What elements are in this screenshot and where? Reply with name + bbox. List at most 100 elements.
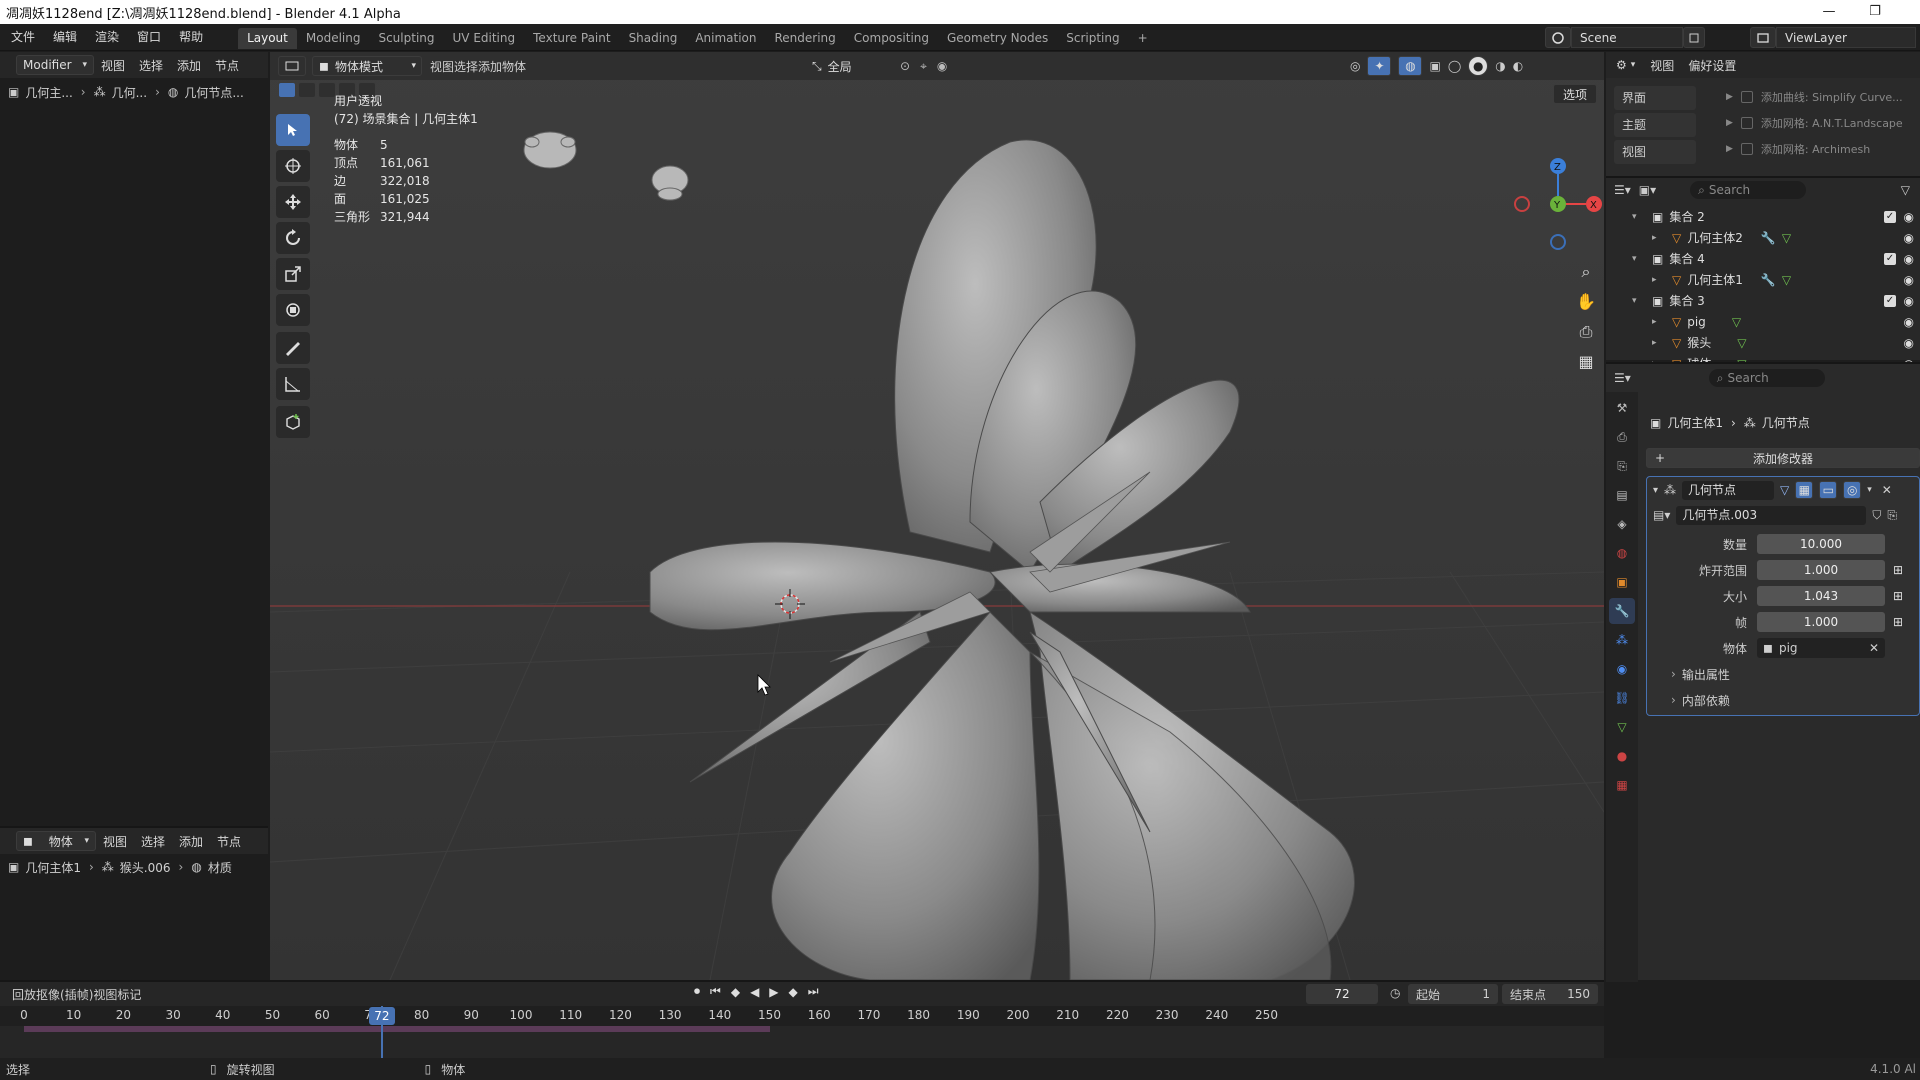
jump-end-icon[interactable]: ⏭ (808, 984, 819, 999)
eye-icon[interactable]: ◉ (1904, 336, 1914, 350)
current-frame-field[interactable]: 72 (1306, 984, 1378, 1004)
editor-type-icon[interactable] (278, 56, 306, 76)
close-icon[interactable]: ✕ (1882, 483, 1892, 497)
eye-icon[interactable]: ◉ (1904, 210, 1914, 224)
preferences-tab[interactable]: 主题 (1614, 113, 1696, 137)
modifier-subpanel[interactable]: › 内部依赖 (1647, 687, 1919, 713)
menu-item[interactable]: 回放 (12, 986, 36, 1003)
view-layer-tab-icon[interactable]: ▤ (1609, 482, 1635, 508)
object-tab-icon[interactable]: ▣ (1609, 569, 1635, 595)
node-editor-bottom[interactable]: ◼ 物体 ▾ 视图 选择 添加 节点 ▣ 几何主体1 › ⁂ 猴头.006 › ◍ 材质 (0, 826, 268, 980)
keyframe-add-icon[interactable]: ⊞ (1893, 589, 1903, 603)
breadcrumb-item[interactable]: 几何主... (25, 84, 72, 101)
expand-icon[interactable]: ▶ (1726, 92, 1733, 102)
workspace-tab[interactable]: Shading (620, 28, 687, 49)
add-cube-tool[interactable] (276, 406, 310, 438)
render-tab-icon[interactable]: ⎙ (1609, 424, 1635, 450)
scene-tab-icon[interactable]: ◈ (1609, 511, 1635, 537)
gear-icon[interactable]: ⚙ (1606, 58, 1631, 72)
menu-item[interactable]: 偏好设置 (1681, 57, 1743, 74)
outliner-row[interactable]: ▾ ▣ 集合 2 ✓ ◉ (1606, 206, 1920, 227)
properties-type-icon[interactable]: ☰▾ (1614, 371, 1631, 385)
workspace-tab[interactable]: Layout (238, 28, 297, 49)
edit-mode-toggle-icon[interactable]: ▽ (1780, 483, 1789, 497)
menu-item[interactable]: 文件 (2, 24, 44, 51)
output-tab-icon[interactable]: ⎘ (1609, 453, 1635, 479)
next-keyframe-icon[interactable]: ◆ (789, 985, 798, 999)
node-group-selector[interactable]: ▤▾ 几何节点.003 ⛉ ⎘ (1647, 503, 1919, 527)
3d-viewport[interactable]: ◼ 物体模式 ▾ 视图 选择 添加 物体 ⤡ 全局 ⊙ ⌖ ◉ ◎ ✦ ◍ ▣ ◯ ●… (270, 52, 1604, 980)
modifier-subpanel[interactable]: › 输出属性 (1647, 661, 1919, 687)
world-tab-icon[interactable]: ◍ (1609, 540, 1635, 566)
outliner-row[interactable]: ▸ ▽ 猴头 ▽ ◉ (1606, 332, 1920, 353)
fake-user-shield-icon[interactable]: ⛉ (1872, 508, 1881, 523)
workspace-tab[interactable]: Compositing (845, 28, 938, 49)
select-new-icon[interactable] (278, 82, 296, 98)
menu-item[interactable]: 物体 (502, 58, 526, 75)
workspace-tab[interactable]: Scripting (1057, 28, 1128, 49)
playhead-frame-label[interactable]: 72 (368, 1007, 395, 1025)
grid-perspective-icon[interactable]: ▦ (1572, 352, 1600, 382)
xray-icon[interactable]: ▣ (1429, 59, 1440, 73)
workspace-tab[interactable]: Texture Paint (524, 28, 619, 49)
eye-icon[interactable]: ◉ (1904, 273, 1914, 287)
modifier-tab-icon[interactable]: 🔧 (1609, 598, 1635, 624)
chevron-down-icon[interactable]: ▾ (1867, 485, 1872, 495)
outliner-row[interactable]: ▸ ▽ 几何主体1 🔧 ▽ ◉ (1606, 269, 1920, 290)
new-scene-icon[interactable] (1683, 27, 1705, 48)
exclude-checkbox[interactable]: ✓ (1884, 210, 1896, 223)
measure-tool[interactable] (276, 368, 310, 400)
outliner-row[interactable]: ▾ ▣ 集合 3 ✓ ◉ (1606, 290, 1920, 311)
zoom-icon[interactable]: ⌕ (1572, 262, 1600, 292)
duplicate-icon[interactable]: ⎘ (1887, 508, 1897, 523)
object-input-field[interactable]: ◼ pig ✕ (1757, 638, 1885, 658)
mesh-data-icon[interactable]: ▽ (1782, 273, 1791, 287)
cage-toggle-icon[interactable]: ▦ (1795, 481, 1814, 499)
eye-icon[interactable]: ◉ (1904, 231, 1914, 245)
exclude-checkbox[interactable]: ✓ (1884, 294, 1896, 307)
select-box-tool[interactable] (276, 114, 310, 146)
modifier-name-field[interactable]: 几何节点 (1682, 480, 1775, 500)
navigation-gizmo[interactable]: Z X Y (1510, 94, 1604, 264)
menu-item[interactable]: 添加 (172, 833, 210, 850)
node-group-name[interactable]: 几何节点.003 (1676, 505, 1867, 525)
expand-down-icon[interactable]: ▾ (1632, 254, 1646, 264)
record-icon[interactable]: ⏺ (694, 984, 700, 999)
scale-tool[interactable] (276, 258, 310, 290)
menu-item[interactable]: 视图 (1643, 57, 1681, 74)
physics-tab-icon[interactable]: ◉ (1609, 656, 1635, 682)
workspace-tab[interactable]: Geometry Nodes (938, 28, 1057, 49)
wrench-icon[interactable]: 🔧 (1761, 273, 1776, 287)
solid-shading-icon[interactable]: ● (1468, 56, 1489, 76)
preferences-tab[interactable]: 界面 (1614, 86, 1696, 110)
start-frame-field[interactable]: 起始 1 (1408, 984, 1498, 1004)
menu-item[interactable]: 帮助 (170, 24, 212, 51)
workspace-tab[interactable]: Modeling (297, 28, 370, 49)
menu-item[interactable]: 窗口 (128, 24, 170, 51)
texture-tab-icon[interactable]: ▦ (1609, 772, 1635, 798)
add-modifier-button[interactable]: + 添加修改器 (1646, 448, 1920, 468)
viewport-toggle-icon[interactable]: ▭ (1819, 481, 1838, 499)
workspace-tab[interactable]: Rendering (766, 28, 845, 49)
expand-right-icon[interactable]: ▸ (1652, 338, 1666, 348)
cursor-tool[interactable] (276, 150, 310, 182)
menu-item[interactable]: 视图 (96, 833, 134, 850)
addon-row[interactable]: ▶ 添加网格: Archimesh (1726, 136, 1920, 162)
keyframe-add-icon[interactable]: ⊞ (1893, 563, 1903, 577)
material-shading-icon[interactable]: ◑ (1495, 59, 1505, 73)
menu-item[interactable]: 选择 (132, 57, 170, 74)
clear-icon[interactable]: ✕ (1869, 641, 1879, 655)
modifier-field-value[interactable]: 1.000 (1757, 612, 1885, 632)
play-reverse-icon[interactable]: ◀ (750, 985, 759, 999)
expand-down-icon[interactable]: ▾ (1632, 212, 1646, 222)
modifier-field-value[interactable]: 1.000 (1757, 560, 1885, 580)
eye-icon[interactable]: ◉ (1904, 252, 1914, 266)
expand-right-icon[interactable]: ▸ (1652, 233, 1666, 243)
data-tab-icon[interactable]: ▽ (1609, 714, 1635, 740)
workspace-tab[interactable]: UV Editing (444, 28, 525, 49)
menu-item[interactable]: 抠像(插帧) (36, 986, 93, 1003)
breadcrumb-item[interactable]: 几何... (112, 84, 147, 101)
addon-checkbox[interactable] (1740, 143, 1753, 155)
wireframe-shading-icon[interactable]: ◯ (1448, 59, 1461, 73)
render-toggle-icon[interactable]: ◎ (1843, 481, 1862, 499)
